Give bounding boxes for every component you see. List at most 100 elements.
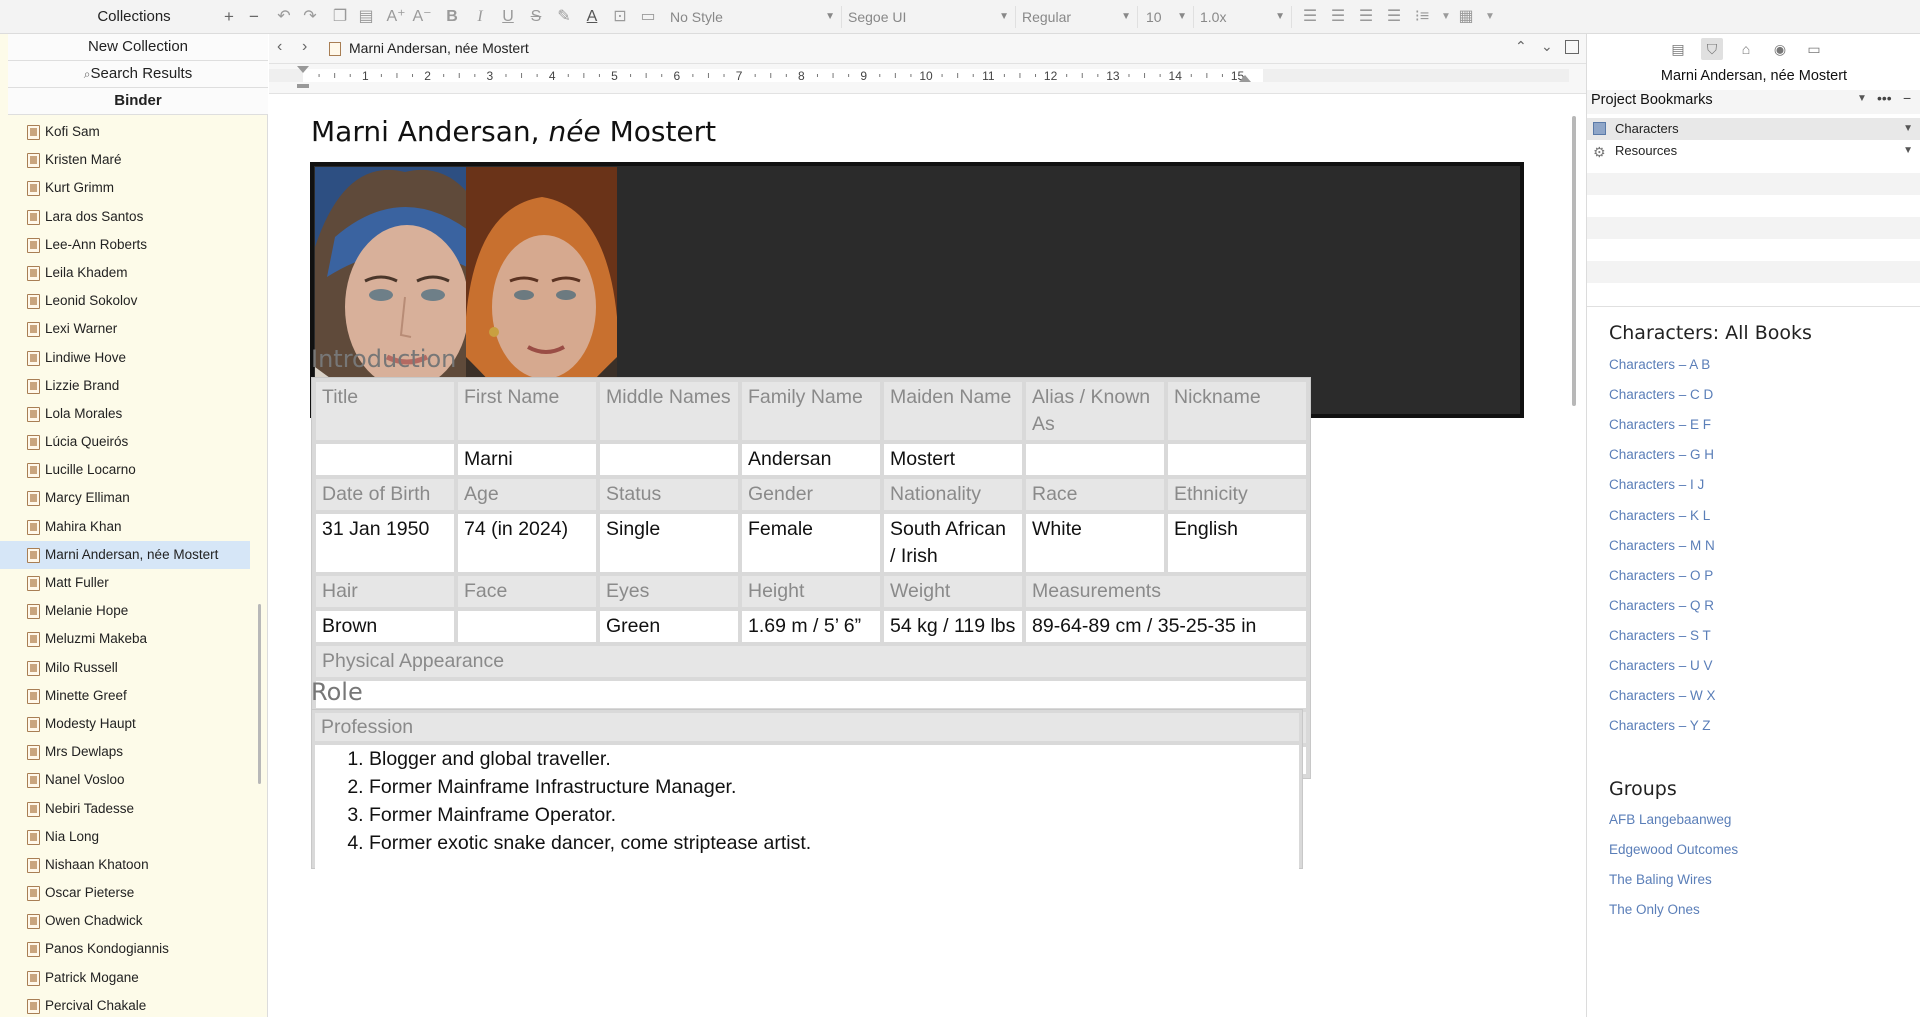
binder-item[interactable]: Marni Andersan, née Mostert — [0, 540, 250, 569]
table-value-cell[interactable] — [1026, 444, 1164, 475]
table-value-cell[interactable] — [316, 444, 454, 475]
link-item[interactable]: Characters – I J — [1609, 477, 1704, 492]
link-item[interactable]: Edgewood Outcomes — [1609, 842, 1738, 857]
binder-item[interactable]: Marcy Elliman — [0, 484, 250, 512]
binder-item[interactable]: Lara dos Santos — [0, 203, 250, 231]
profession-value[interactable]: Blogger and global traveller.Former Main… — [315, 745, 1299, 870]
binder-item[interactable]: Leonid Sokolov — [0, 287, 250, 315]
binder-item[interactable]: Nia Long — [0, 823, 250, 851]
link-item[interactable]: Characters – U V — [1609, 658, 1713, 673]
list-icon[interactable]: ⁝≡ — [1410, 6, 1434, 28]
undo-icon[interactable]: ↶ — [272, 6, 296, 28]
back-icon[interactable]: ‹ — [277, 38, 282, 56]
binder-item[interactable]: Lexi Warner — [0, 315, 250, 343]
binder-item[interactable]: Panos Kondogiannis — [0, 935, 250, 963]
table-value-cell[interactable]: White — [1026, 514, 1164, 572]
new-collection-button[interactable]: New Collection — [8, 34, 268, 61]
add-collection-icon[interactable]: + — [220, 6, 238, 28]
binder-item[interactable]: Mahira Khan — [0, 513, 250, 541]
binder-item[interactable]: Patrick Mogane — [0, 964, 250, 992]
table-icon[interactable]: ▦ — [1454, 6, 1478, 28]
binder-item[interactable]: Kofi Sam — [0, 118, 250, 146]
chevron-up-icon[interactable]: ⌃ — [1515, 38, 1527, 55]
bookmark-item-resources[interactable]: ⚙ Resources ▼ — [1587, 140, 1920, 162]
link-item[interactable]: Characters – O P — [1609, 568, 1713, 583]
binder-item[interactable]: Kristen Maré — [0, 146, 250, 174]
more-options-icon[interactable]: ••• — [1877, 90, 1892, 106]
physical-appearance-value[interactable] — [316, 681, 1306, 708]
bookmark-item-characters[interactable]: Characters ▼ — [1587, 118, 1920, 140]
ruler[interactable]: 1 2 3 4 5 6 7 8 9 10 11 12 13 14 15 — [269, 64, 1586, 94]
table-dropdown-icon[interactable]: ▼ — [1478, 6, 1502, 28]
table-value-cell[interactable]: Single — [600, 514, 738, 572]
style-dropdown[interactable]: No Style ▼ — [666, 6, 842, 28]
link-item[interactable]: AFB Langebaanweg — [1609, 812, 1731, 827]
highlight-icon[interactable]: ✎ — [552, 6, 576, 28]
binder-item[interactable]: Lee-Ann Roberts — [0, 231, 250, 259]
text-color-icon[interactable]: A — [580, 6, 604, 28]
table-value-cell[interactable]: 1.69 m / 5’ 6” — [742, 611, 880, 642]
table-value-cell[interactable]: 31 Jan 1950 — [316, 514, 454, 572]
binder-item[interactable]: Percival Chakale — [0, 992, 250, 1020]
binder-item[interactable]: Lizzie Brand — [0, 372, 250, 400]
binder-item[interactable]: Owen Chadwick — [0, 907, 250, 935]
italic-icon[interactable]: I — [468, 6, 492, 28]
bold-icon[interactable]: B — [440, 6, 464, 28]
table-value-cell[interactable]: Green — [600, 611, 738, 642]
font-dropdown[interactable]: Segoe UI ▼ — [844, 6, 1016, 28]
binder-item[interactable]: Modesty Haupt — [0, 710, 250, 738]
snapshots-icon[interactable]: ◉ — [1769, 38, 1791, 60]
justify-icon[interactable]: ☰ — [1382, 6, 1406, 28]
table-value-cell[interactable]: Female — [742, 514, 880, 572]
align-left-icon[interactable]: ☰ — [1298, 6, 1322, 28]
split-view-icon[interactable] — [1565, 40, 1579, 54]
binder-item[interactable]: Leila Khadem — [0, 259, 250, 287]
binder-item[interactable]: Kurt Grimm — [0, 174, 250, 202]
link-item[interactable]: The Baling Wires — [1609, 872, 1712, 887]
table-value-cell[interactable]: 89-64-89 cm / 35-25-35 in — [1026, 611, 1306, 642]
text-box-icon[interactable]: ⊡ — [608, 6, 632, 28]
remove-collection-icon[interactable]: − — [245, 6, 263, 28]
bookmarks-icon[interactable]: ⛉ — [1701, 38, 1723, 60]
table-value-cell[interactable]: English — [1168, 514, 1306, 572]
link-item[interactable]: Characters – W X — [1609, 688, 1716, 703]
link-item[interactable]: Characters – Y Z — [1609, 718, 1711, 733]
table-value-cell[interactable]: 74 (in 2024) — [458, 514, 596, 572]
link-item[interactable]: Characters – S T — [1609, 628, 1711, 643]
binder-item[interactable]: Mrs Dewlaps — [0, 738, 250, 766]
increase-font-icon[interactable]: A⁺ — [384, 6, 408, 28]
align-right-icon[interactable]: ☰ — [1354, 6, 1378, 28]
metadata-icon[interactable]: ⌂ — [1735, 38, 1757, 60]
table-value-cell[interactable] — [1168, 444, 1306, 475]
notes-icon[interactable]: ▤ — [1667, 38, 1689, 60]
link-item[interactable]: The Only Ones — [1609, 902, 1700, 917]
collapse-icon[interactable]: − — [1903, 90, 1911, 106]
underline-icon[interactable]: U — [496, 6, 520, 28]
binder-item[interactable]: Matt Fuller — [0, 569, 250, 597]
binder-item[interactable]: Lindiwe Hove — [0, 344, 250, 372]
comments-icon[interactable]: ▭ — [1803, 38, 1825, 60]
size-dropdown[interactable]: 10 ▼ — [1142, 6, 1194, 28]
binder-item[interactable]: Meluzmi Makeba — [0, 625, 250, 653]
document-scrollbar[interactable] — [1572, 116, 1576, 406]
link-item[interactable]: Characters – C D — [1609, 387, 1713, 402]
binder-item[interactable]: Nanel Vosloo — [0, 766, 250, 794]
table-value-cell[interactable]: Mostert — [884, 444, 1022, 475]
binder-scrollbar[interactable] — [258, 604, 261, 784]
table-value-cell[interactable]: Marni — [458, 444, 596, 475]
table-value-cell[interactable] — [600, 444, 738, 475]
table-value-cell[interactable] — [458, 611, 596, 642]
align-center-icon[interactable]: ☰ — [1326, 6, 1350, 28]
link-item[interactable]: Characters – M N — [1609, 538, 1715, 553]
editor-path-title[interactable]: Marni Andersan, née Mostert — [349, 40, 529, 56]
link-item[interactable]: Characters – G H — [1609, 447, 1714, 462]
link-item[interactable]: Characters – A B — [1609, 357, 1710, 372]
redo-icon[interactable]: ↷ — [298, 6, 322, 28]
strikethrough-icon[interactable]: S — [524, 6, 548, 28]
binder-tab[interactable]: Binder — [8, 88, 268, 115]
table-value-cell[interactable]: Andersan — [742, 444, 880, 475]
binder-item[interactable]: Milo Russell — [0, 654, 250, 682]
chevron-down-icon[interactable]: ⌄ — [1541, 38, 1553, 55]
chevron-down-icon[interactable]: ▼ — [1857, 93, 1867, 104]
binder-item[interactable]: Lola Morales — [0, 400, 250, 428]
